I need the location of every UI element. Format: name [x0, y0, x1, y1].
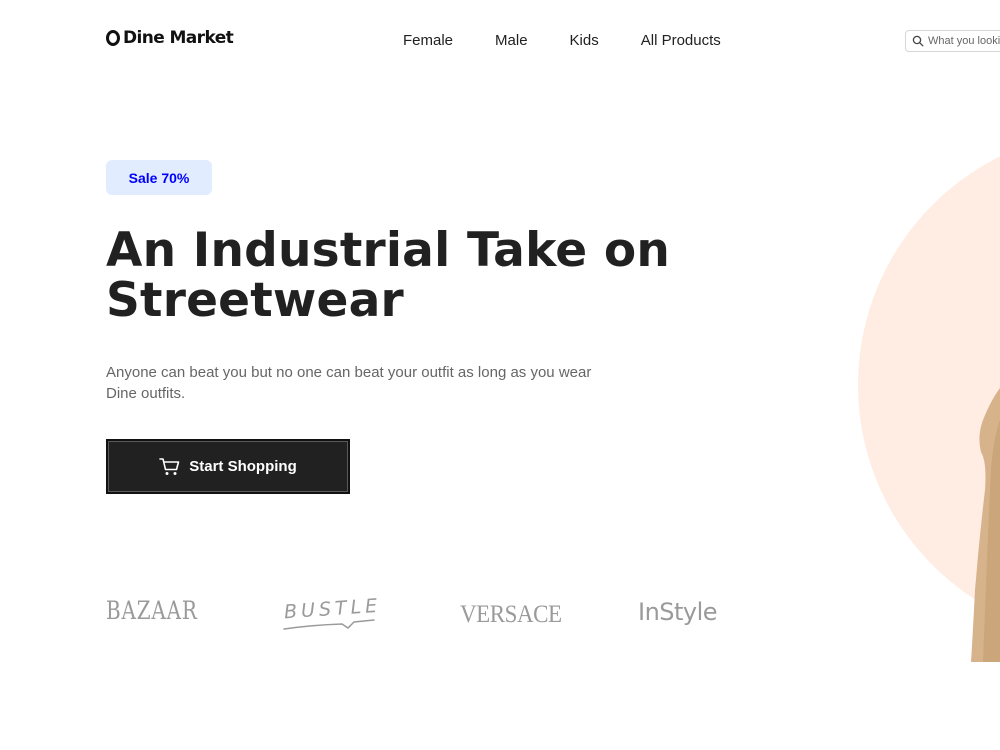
brand-name: Dine Market — [123, 28, 234, 48]
bazaar-logo: BAZAAR — [106, 596, 198, 625]
nav-link-female[interactable]: Female — [403, 32, 453, 50]
versace-logo: VERSACE — [460, 601, 562, 628]
search-icon — [912, 35, 924, 47]
start-shopping-label: Start Shopping — [189, 458, 297, 475]
nav-link-kids[interactable]: Kids — [570, 32, 599, 50]
dine-market-logo[interactable]: Dine Market — [106, 28, 234, 48]
instyle-logo: InStyle — [638, 598, 718, 626]
nav-link-all-products[interactable]: All Products — [641, 32, 721, 50]
start-shopping-button[interactable]: Start Shopping — [106, 439, 350, 494]
cart-icon — [159, 457, 180, 475]
hero-title: An Industrial Take on Streetwear — [106, 223, 671, 328]
main-nav: Female Male Kids All Products — [403, 32, 721, 50]
nav-link-male[interactable]: Male — [495, 32, 528, 50]
sale-badge: Sale 70% — [106, 160, 212, 195]
search-box[interactable] — [905, 30, 1000, 52]
bustle-underline-icon — [283, 619, 375, 630]
model-image — [971, 388, 1000, 662]
landing-page: Dine Market Female Male Kids All Product… — [0, 0, 1000, 750]
hero-description: Anyone can beat you but no one can beat … — [106, 364, 592, 402]
search-input[interactable] — [928, 35, 1000, 47]
logo-ring-icon — [106, 30, 120, 46]
